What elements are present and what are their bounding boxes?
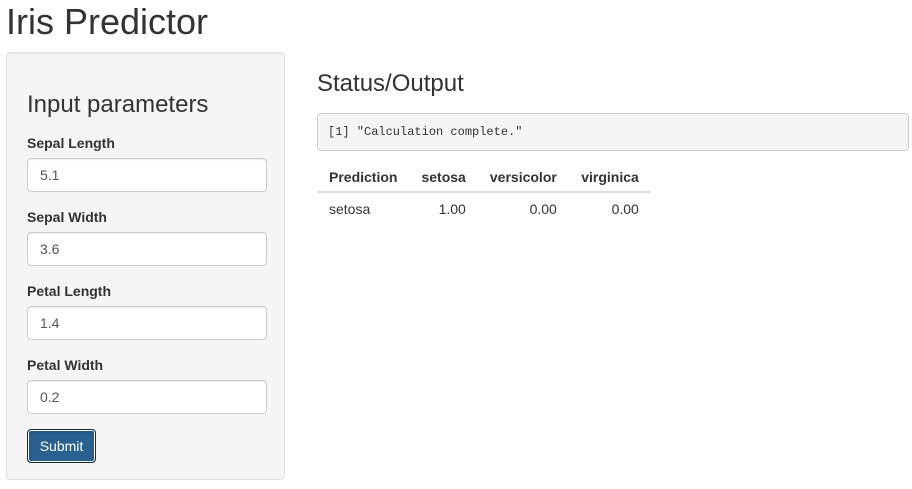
sepal-length-label: Sepal Length xyxy=(27,135,115,151)
petal-width-label: Petal Width xyxy=(27,357,104,373)
cell-versicolor: 0.00 xyxy=(529,200,557,217)
submit-button[interactable]: Submit xyxy=(27,429,96,463)
status-message: [1] "Calculation complete." xyxy=(317,113,909,151)
header-setosa: setosa xyxy=(409,162,478,193)
sidebar-heading: Input parameters xyxy=(27,91,209,118)
input-sidebar-panel: Input parameters Sepal Length Sepal Widt… xyxy=(6,52,285,480)
sepal-length-input[interactable] xyxy=(27,158,267,192)
status-output-heading: Status/Output xyxy=(317,70,464,97)
cell-virginica: 0.00 xyxy=(611,200,639,217)
sepal-width-label: Sepal Width xyxy=(27,209,107,225)
petal-length-label: Petal Length xyxy=(27,283,112,299)
header-versicolor: versicolor xyxy=(477,162,569,193)
cell-prediction: setosa xyxy=(329,200,371,217)
page-title: Iris Predictor xyxy=(6,1,209,42)
header-prediction: Prediction xyxy=(317,162,410,193)
petal-width-input[interactable] xyxy=(27,380,267,414)
sepal-width-input[interactable] xyxy=(27,232,267,266)
table-row: setosa 1.00 0.00 0.00 xyxy=(317,192,651,224)
table-header-row: Prediction setosa versicolor virginica xyxy=(317,162,651,193)
header-virginica: virginica xyxy=(568,162,651,193)
petal-length-input[interactable] xyxy=(27,306,267,340)
prediction-table: Prediction setosa versicolor virginica s… xyxy=(317,162,651,224)
cell-setosa: 1.00 xyxy=(438,200,466,217)
